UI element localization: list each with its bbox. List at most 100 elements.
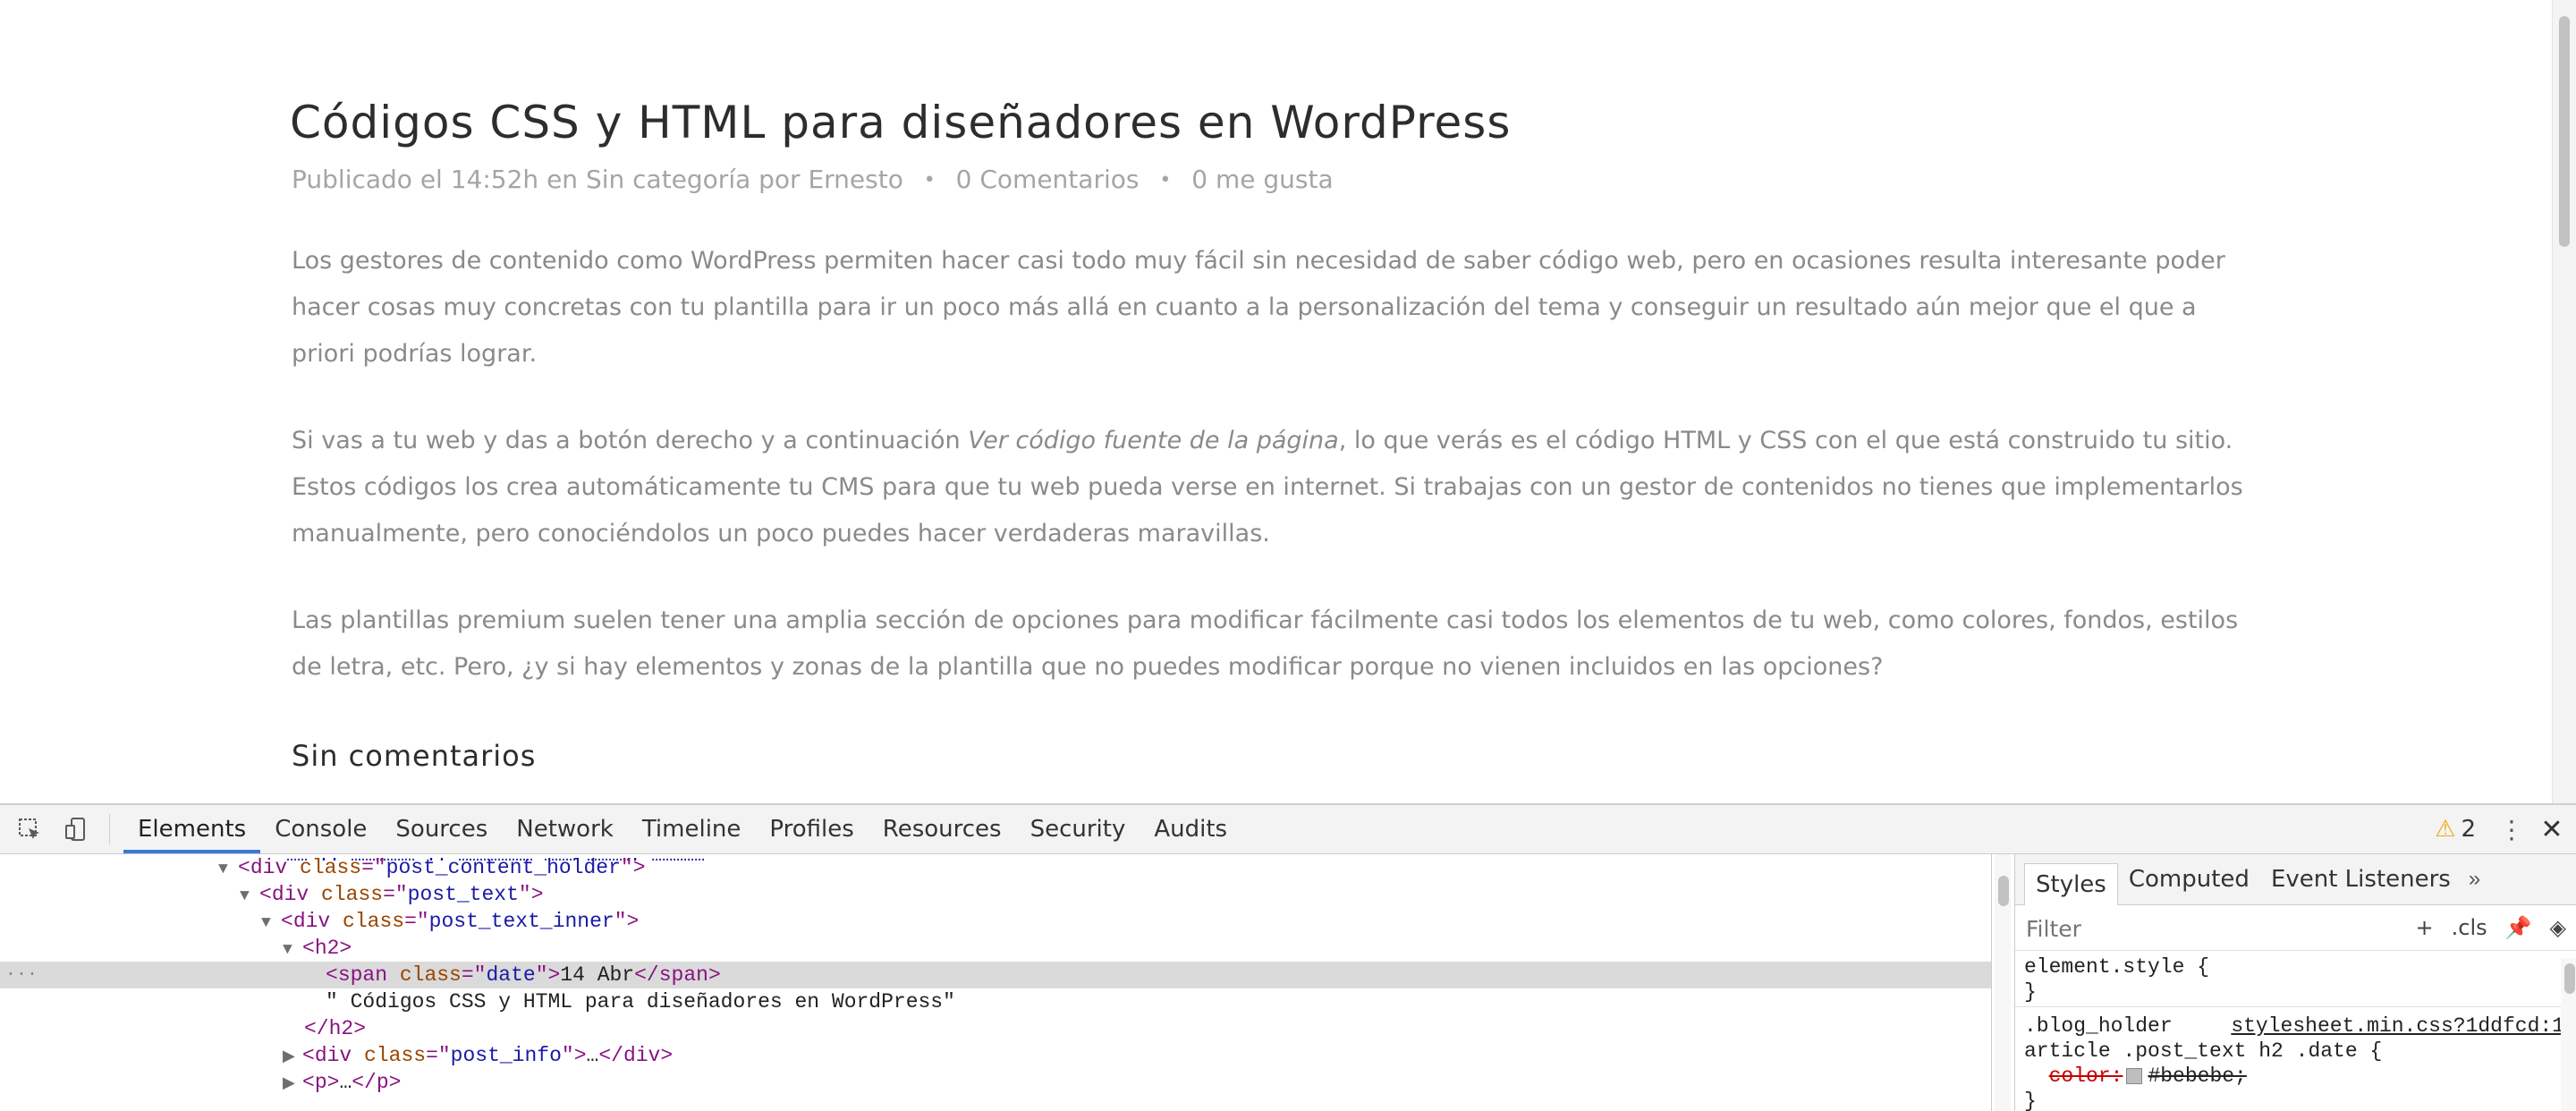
tab-sources[interactable]: Sources (381, 805, 502, 853)
attr-value: post_text (407, 883, 519, 906)
likes-label[interactable]: me gusta (1216, 165, 1334, 194)
attr-name: class (399, 963, 462, 987)
scrollbar-thumb[interactable] (2564, 963, 2575, 994)
tag-name: div (292, 910, 331, 933)
tab-timeline[interactable]: Timeline (628, 805, 756, 853)
tab-network[interactable]: Network (502, 805, 628, 853)
style-rule-element: element.style { } (2015, 954, 2576, 1005)
rule-selector[interactable]: .blog_holder (2024, 1014, 2173, 1038)
style-rule-date: .blog_holder stylesheet.min.css?1ddfcd:1 … (2015, 1013, 2576, 1111)
post-published[interactable]: Publicado el 14:52h en Sin categoría por… (292, 165, 903, 194)
rule-selector-line: .blog_holder stylesheet.min.css?1ddfcd:1 (2015, 1013, 2576, 1039)
attr-name: class (321, 883, 384, 906)
attr-value: date (486, 963, 536, 987)
dom-text-node[interactable]: " Códigos CSS y HTML para diseñadores en… (0, 988, 1991, 1015)
dom-node-post-info[interactable]: ▶ <div class="post_info">…</div> (0, 1042, 1991, 1069)
property-name[interactable]: color: (2049, 1064, 2123, 1088)
toolbar-divider (109, 814, 110, 844)
tab-elements[interactable]: Elements (123, 805, 261, 853)
dom-node-p[interactable]: ▶ <p>…</p> (0, 1069, 1991, 1096)
cls-toggle-button[interactable]: .cls (2452, 915, 2487, 940)
node-text: … (339, 1071, 352, 1094)
elements-scrollbar[interactable] (1995, 854, 2011, 1111)
tab-audits[interactable]: Audits (1140, 805, 1241, 853)
elements-tree: …… .. ……………… .. ………………… ……… …………. …………… … (0, 854, 1992, 1111)
rule-selector-continued[interactable]: article .post_text h2 .date { (2015, 1039, 2576, 1064)
pin-icon[interactable]: 📌 (2505, 915, 2532, 940)
warnings-indicator[interactable]: ⚠ 2 (2435, 816, 2476, 843)
new-style-rule-button[interactable]: + (2416, 915, 2434, 940)
node-actions-icon[interactable]: ··· (5, 962, 38, 988)
warning-icon: ⚠ (2435, 816, 2456, 843)
post-title: Códigos CSS y HTML para diseñadores en W… (290, 97, 1512, 148)
attr-name: class (343, 910, 405, 933)
dom-node-h2[interactable]: ▼ <h2> (0, 935, 1991, 962)
devtools-tabs: Elements Console Sources Network Timelin… (123, 805, 1241, 853)
tag-name: div (314, 1044, 352, 1067)
device-mode-icon[interactable] (63, 816, 89, 843)
paragraph: Los gestores de contenido como WordPress… (292, 247, 2225, 368)
element-state-icon[interactable]: ◈ (2550, 915, 2566, 940)
scrollbar-thumb[interactable] (2559, 16, 2570, 247)
more-tabs-icon[interactable]: » (2462, 867, 2480, 892)
attr-name: class (300, 856, 362, 879)
devtools-panel: Elements Console Sources Network Timelin… (0, 803, 2576, 1111)
tag-name: h2 (314, 937, 340, 960)
tab-styles[interactable]: Styles (2024, 862, 2118, 905)
post-body: Los gestores de contenido como WordPress… (292, 238, 2259, 731)
comments-heading: Sin comentarios (292, 739, 537, 773)
post-info: Publicado el 14:52h en Sin categoría por… (292, 165, 1334, 194)
dom-node-post-text-inner[interactable]: ▼ <div class="post_text_inner"> (0, 908, 1991, 935)
page-scrollbar[interactable] (2552, 0, 2576, 803)
tag-name: p (314, 1071, 327, 1094)
toolbar-right: ⚠ 2 ⋮ ✕ (2435, 805, 2563, 853)
paragraph-text: Si vas a tu web y das a botón derecho y … (292, 427, 969, 454)
paragraph: Si vas a tu web y das a botón derecho y … (292, 418, 2259, 557)
more-options-icon[interactable]: ⋮ (2499, 815, 2524, 844)
attr-value: post_content_holder (386, 856, 621, 879)
expand-triangle-icon[interactable]: ▼ (261, 910, 281, 937)
tag-name: div (271, 883, 309, 906)
styles-scrollbar[interactable] (2561, 958, 2576, 1111)
likes-count[interactable]: 0 (1191, 165, 1208, 194)
styles-filter-input[interactable] (2024, 911, 2323, 946)
expand-triangle-icon[interactable]: ▼ (283, 937, 302, 963)
node-text: " Códigos CSS y HTML para diseñadores en… (326, 990, 955, 1013)
expand-triangle-icon[interactable]: ▼ (218, 856, 238, 883)
meta-separator: • (923, 169, 936, 191)
tag-name: h2 (328, 1017, 354, 1040)
paragraph-emphasis: Ver código fuente de la página (968, 427, 1339, 454)
tab-profiles[interactable]: Profiles (755, 805, 868, 853)
tab-security[interactable]: Security (1016, 805, 1140, 853)
sidebar-tabs: Styles Computed Event Listeners » (2015, 854, 2576, 905)
close-devtools-icon[interactable]: ✕ (2540, 814, 2563, 845)
devtools-toolbar: Elements Console Sources Network Timelin… (0, 805, 2576, 854)
color-swatch[interactable] (2126, 1067, 2143, 1084)
dom-node-post-text[interactable]: ▼ <div class="post_text"> (0, 881, 1991, 908)
tab-console[interactable]: Console (260, 805, 381, 853)
node-text: 14 Abr (560, 963, 635, 987)
tab-event-listeners[interactable]: Event Listeners (2260, 854, 2462, 904)
scrollbar-thumb[interactable] (1998, 876, 2009, 906)
dom-node-h2-close[interactable]: </h2> (0, 1015, 1991, 1042)
dom-node-span-date[interactable]: ··· <span class="date">14 Abr</span> (0, 962, 1991, 988)
tab-resources[interactable]: Resources (869, 805, 1016, 853)
collapsed-triangle-icon[interactable]: ▶ (283, 1071, 302, 1098)
inspect-element-icon[interactable] (16, 816, 43, 843)
rule-selector[interactable]: element.style { (2015, 954, 2576, 980)
web-page: Códigos CSS y HTML para diseñadores en W… (0, 0, 2576, 803)
rule-divider (2015, 1006, 2576, 1007)
rule-source-link[interactable]: stylesheet.min.css?1ddfcd:1 (2231, 1013, 2564, 1039)
styles-filter-row: + .cls 📌 ◈ (2015, 905, 2576, 951)
post-comments-link[interactable]: 0 Comentarios (956, 165, 1140, 194)
dom-node-post-content-holder[interactable]: ▼ <div class="post_content_holder"> (0, 854, 1991, 881)
tab-computed[interactable]: Computed (2118, 854, 2260, 904)
styles-sidebar: Styles Computed Event Listeners » + .cls… (2014, 854, 2576, 1111)
attr-name: class (364, 1044, 427, 1067)
property-value[interactable]: #bebebe; (2148, 1064, 2246, 1088)
tag-name: div (623, 1044, 661, 1067)
expand-triangle-icon[interactable]: ▼ (240, 883, 259, 910)
collapsed-triangle-icon[interactable]: ▶ (283, 1044, 302, 1071)
paragraph: Las plantillas premium suelen tener una … (292, 606, 2239, 681)
rule-declaration[interactable]: color: #bebebe; (2015, 1064, 2576, 1089)
